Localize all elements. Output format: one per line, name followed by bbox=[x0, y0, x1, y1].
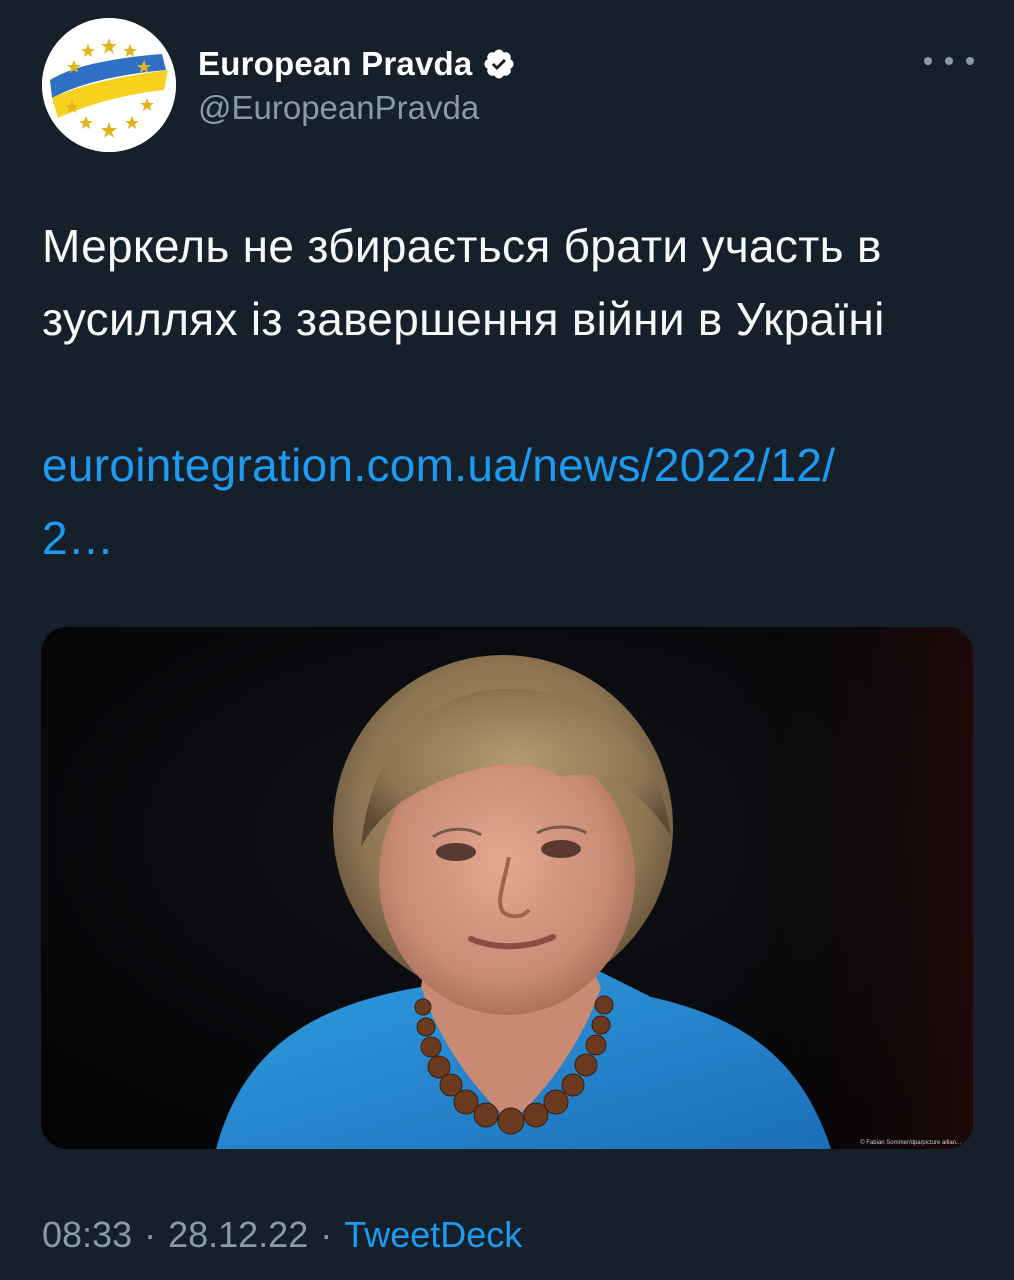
tweet-time[interactable]: 08:33 bbox=[42, 1214, 132, 1256]
more-horizontal-icon-dot bbox=[945, 57, 953, 65]
more-options-button[interactable] bbox=[924, 44, 974, 78]
avatar[interactable] bbox=[42, 18, 176, 152]
tweet-media-photo[interactable]: © Fabian Sommer/dpa/picture allian... bbox=[41, 627, 973, 1149]
author-handle[interactable]: @EuropeanPravda bbox=[198, 89, 479, 127]
meta-separator: · bbox=[320, 1214, 333, 1255]
tweet-meta: 08:33 · 28.12.22 · TweetDeck bbox=[42, 1212, 522, 1258]
tweet-text: Меркель не збирається брати участь в зус… bbox=[42, 220, 885, 345]
meta-separator: · bbox=[144, 1214, 157, 1255]
tweet-date[interactable]: 28.12.22 bbox=[168, 1214, 308, 1256]
author-display-name[interactable]: European Pravda bbox=[198, 45, 472, 83]
tweet-card: European Pravda @EuropeanPravda Меркель … bbox=[0, 0, 1014, 1280]
portrait-photo bbox=[41, 627, 973, 1149]
more-horizontal-icon bbox=[924, 57, 932, 65]
eu-flag-stars-logo bbox=[42, 18, 176, 152]
more-horizontal-icon-dot bbox=[966, 57, 974, 65]
tweet-source-link[interactable]: TweetDeck bbox=[344, 1214, 522, 1256]
author-name-row[interactable]: European Pravda bbox=[198, 42, 516, 86]
photo-credit: © Fabian Sommer/dpa/picture allian... bbox=[860, 1140, 961, 1146]
tweet-link[interactable]: eurointegration.com.ua/news/2022/12/2… bbox=[42, 429, 902, 575]
verified-badge-icon bbox=[482, 47, 516, 81]
